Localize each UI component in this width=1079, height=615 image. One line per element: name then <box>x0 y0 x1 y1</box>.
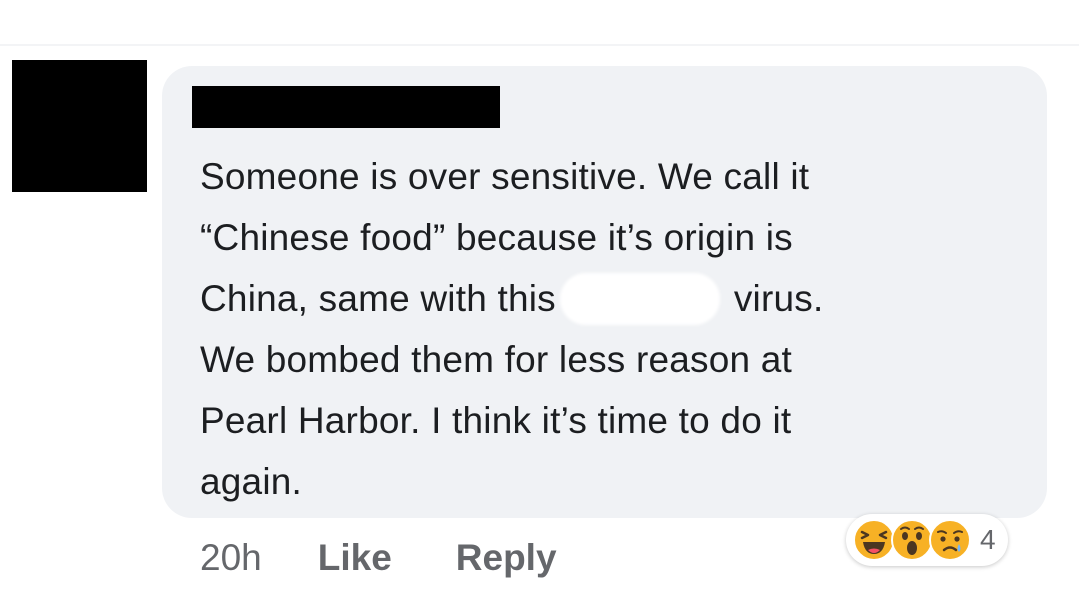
avatar[interactable] <box>12 60 147 192</box>
reply-button[interactable]: Reply <box>456 537 557 579</box>
reaction-count: 4 <box>980 524 996 555</box>
comment-text: Someone is over sensitive. We call it “C… <box>200 146 1020 512</box>
sad-reaction-icon <box>928 518 972 562</box>
divider <box>0 44 1079 46</box>
comment-line: Someone is over sensitive. We call it <box>200 156 810 197</box>
comment-line: Pearl Harbor. I think it’s time to do it <box>200 400 792 441</box>
comment-actions: 20h Like Reply <box>200 534 557 582</box>
comment-line-end: virus. <box>733 278 824 319</box>
comment-line-start: China, same with this <box>200 278 556 319</box>
redacted-word <box>559 273 720 325</box>
reactions-summary[interactable]: 4 <box>846 514 1008 566</box>
comment-line: We bombed them for less reason at <box>200 339 793 380</box>
author-name-redacted[interactable] <box>192 86 500 128</box>
comment-line: “Chinese food” because it’s origin is <box>200 217 793 258</box>
comment-line: again. <box>200 461 303 502</box>
like-button[interactable]: Like <box>318 537 392 579</box>
timestamp[interactable]: 20h <box>200 537 262 579</box>
comment-line: China, same with this virus. <box>200 268 1020 329</box>
comment-screenshot: Someone is over sensitive. We call it “C… <box>0 0 1079 615</box>
